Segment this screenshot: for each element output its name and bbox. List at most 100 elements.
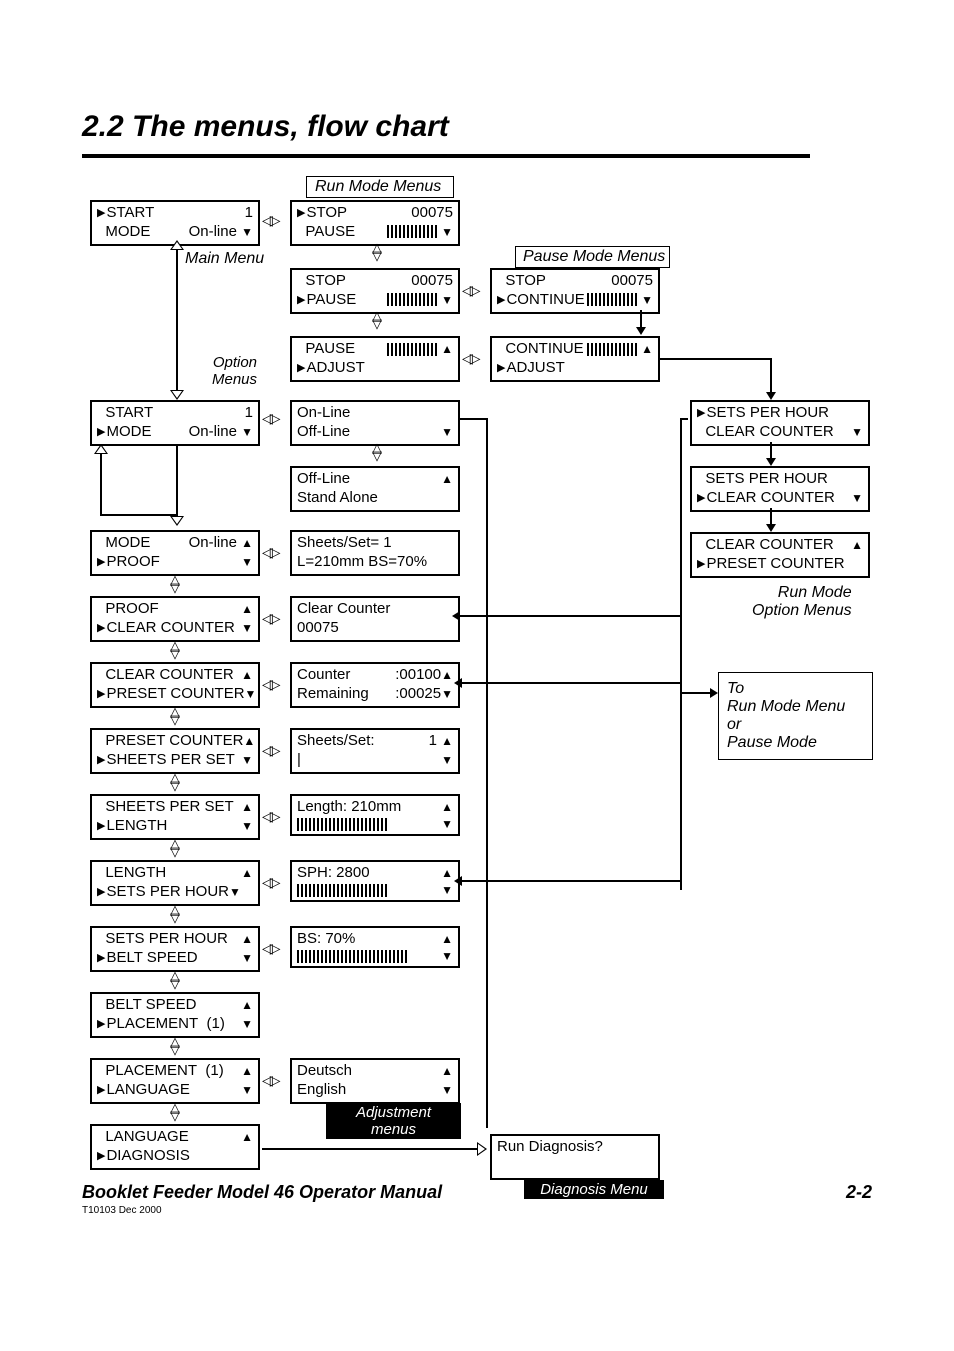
txt: Clear Counter	[297, 600, 390, 619]
caret-icon	[697, 489, 706, 506]
caret-icon	[97, 553, 106, 570]
down-icon: ▼	[441, 293, 453, 307]
down-icon: ▼	[441, 817, 453, 832]
txt: SETS PER HOUR	[705, 470, 828, 487]
conn	[460, 615, 680, 617]
txt: LANGUAGE	[106, 1081, 189, 1098]
down-icon: ▼	[245, 687, 257, 702]
txt: ADJUST	[506, 359, 564, 376]
label-option-menus: Option Menus	[212, 354, 257, 388]
val: 1	[245, 404, 253, 423]
txt: DIAGNOSIS	[106, 1147, 189, 1164]
conn	[680, 418, 682, 890]
down-icon: ▼	[241, 951, 253, 966]
down-icon: ▼	[851, 425, 863, 440]
menu-preset-sheets: PRESET COUNTER▲ SHEETS PER SET▼	[90, 728, 260, 774]
conn	[100, 454, 102, 514]
txt: CLEAR COUNTER	[105, 666, 233, 683]
up-icon: ▲	[441, 734, 453, 748]
updown-icon: △▽	[164, 906, 186, 922]
up-icon: ▲	[243, 734, 255, 749]
menu-clear-preset: CLEAR COUNTER▲ PRESET COUNTER▼	[90, 662, 260, 708]
up-icon: ▲	[241, 1130, 253, 1145]
menu-stop-pause-1: STOP00075 PAUSE ▼	[290, 200, 460, 246]
updown-icon: △▽	[164, 774, 186, 790]
conn	[486, 418, 488, 1128]
down-icon: ▼	[229, 885, 241, 899]
up-icon: ▲	[441, 342, 453, 356]
caret-icon	[97, 204, 106, 221]
menu-placement-lang: PLACEMENT (1)▲ LANGUAGE▼	[90, 1058, 260, 1104]
menu-language-select: Deutsch▲ English▼	[290, 1058, 460, 1104]
txt: PAUSE	[305, 223, 355, 240]
down-icon: ▼	[441, 883, 453, 898]
txt: PRESET COUNTER	[706, 555, 844, 572]
up-icon: ▲	[241, 932, 253, 947]
conn	[680, 692, 708, 694]
open-up-icon	[170, 240, 184, 250]
txt: STOP	[505, 272, 546, 289]
barcode-icon	[297, 884, 387, 897]
down-icon: ▼	[241, 819, 253, 834]
menu-stop-pause-2: STOP00075 PAUSE ▼	[290, 268, 460, 314]
up-icon: ▲	[241, 1064, 253, 1079]
val: (1)	[205, 1062, 223, 1079]
down-icon: ▼	[851, 491, 863, 506]
conn	[176, 250, 178, 390]
open-down-icon	[170, 516, 184, 526]
menu-online-offline: On-Line Off-Line▼	[290, 400, 460, 446]
caret-icon	[97, 883, 106, 900]
footer-title: Booklet Feeder Model 46 Operator Manual	[82, 1182, 442, 1203]
biconn-icon: ◁▷	[262, 544, 278, 561]
arrow-icon	[640, 325, 642, 327]
biconn-icon: ◁▷	[262, 808, 278, 825]
txt: SHEETS PER SET	[105, 798, 233, 815]
txt: PAUSE	[305, 340, 355, 357]
barcode-icon	[387, 293, 437, 306]
open-right-icon	[477, 1142, 487, 1156]
txt: SETS PER HOUR	[106, 883, 229, 900]
menu-sph-clear-1: SETS PER HOUR CLEAR COUNTER▼	[690, 400, 870, 446]
txt: MODE	[106, 423, 151, 440]
txt: SHEETS PER SET	[106, 751, 234, 768]
txt: On-Line	[297, 404, 350, 423]
title-rule	[82, 154, 810, 158]
menu-sph-edit: SPH: 2800▲ ▼	[290, 860, 460, 902]
open-down-icon	[170, 390, 184, 400]
up-icon: ▲	[241, 536, 253, 550]
caret-icon	[97, 1015, 106, 1032]
open-up-icon	[94, 444, 108, 454]
conn	[462, 682, 680, 684]
option-l1: Option	[213, 354, 257, 371]
note-box	[718, 672, 873, 760]
conn	[660, 358, 770, 360]
val: 1	[429, 732, 437, 749]
biconn-icon: ◁▷	[462, 350, 478, 367]
txt: MODE	[105, 223, 150, 240]
down-icon: ▼	[441, 225, 453, 239]
footer: Booklet Feeder Model 46 Operator Manual …	[82, 1182, 872, 1216]
conn	[462, 880, 680, 882]
val: :00025	[395, 685, 441, 702]
arrow-icon	[460, 615, 462, 617]
val: On-line	[189, 223, 237, 240]
caret-icon	[297, 359, 306, 376]
down-icon: ▼	[241, 555, 253, 570]
updown-icon: △▽	[366, 444, 388, 460]
txt: BELT SPEED	[105, 996, 196, 1013]
txt: PRESET COUNTER	[106, 685, 244, 702]
down-icon: ▼	[441, 687, 453, 701]
up-icon: ▲	[441, 1064, 453, 1079]
txt: Off-Line	[297, 423, 350, 442]
option-l2: Menus	[212, 371, 257, 388]
txt: PRESET COUNTER	[105, 732, 243, 749]
up-icon: ▲	[241, 800, 253, 815]
page-title: 2.2 The menus, flow chart	[82, 110, 449, 144]
menu-sheets-set-display: Sheets/Set= 1 L=210mm BS=70%	[290, 530, 460, 576]
down-icon: ▼	[441, 1083, 453, 1098]
txt: PROOF	[106, 553, 159, 570]
menu-sets-belt: SETS PER HOUR▲ BELT SPEED▼	[90, 926, 260, 972]
txt: Stand Alone	[297, 489, 378, 508]
down-icon: ▼	[241, 225, 253, 239]
barcode-icon	[587, 343, 637, 356]
